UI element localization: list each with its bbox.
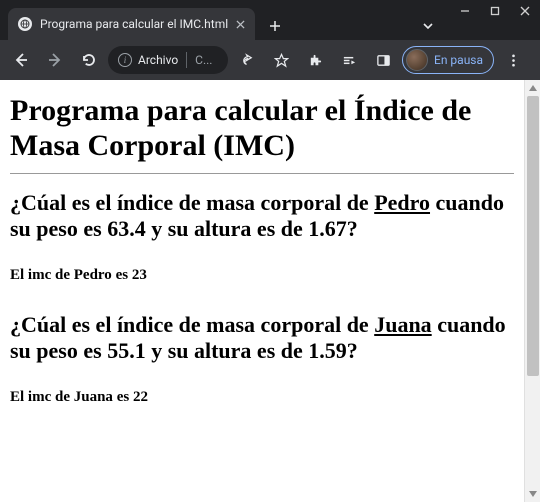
vertical-scrollbar[interactable] [524, 80, 540, 502]
new-tab-button[interactable] [261, 12, 289, 40]
q-name: Pedro [374, 190, 430, 215]
tab-title: Programa para calcular el IMC.html [40, 17, 228, 31]
browser-tab[interactable]: Programa para calcular el IMC.html [8, 8, 255, 40]
profile-status-label: En pausa [434, 53, 483, 67]
r-name: Pedro [74, 267, 112, 283]
window-minimize-button[interactable] [450, 0, 480, 22]
r-text: es [112, 267, 132, 283]
page-title: Programa para calcular el Índice de Masa… [10, 94, 514, 163]
browser-menu-button[interactable] [498, 45, 528, 75]
page-body: Programa para calcular el Índice de Masa… [0, 80, 524, 502]
q-name: Juana [374, 312, 431, 337]
scroll-thumb[interactable] [527, 96, 539, 376]
tab-search-dropdown-button[interactable] [414, 12, 442, 40]
r-text: es [113, 389, 133, 405]
q-weight: 63.4 [107, 216, 146, 241]
question-pedro: ¿Cúal es el índice de masa corporal de P… [10, 190, 514, 243]
divider [10, 173, 514, 174]
q-height: 1.67 [308, 216, 347, 241]
q-height: 1.59 [308, 338, 347, 363]
q-weight: 55.1 [107, 338, 146, 363]
bookmark-button[interactable] [266, 45, 296, 75]
back-button[interactable] [6, 45, 36, 75]
r-imc: 23 [132, 267, 147, 283]
window-controls [450, 0, 540, 22]
window-maximize-button[interactable] [480, 0, 510, 22]
reload-button[interactable] [74, 45, 104, 75]
r-name: Juana [74, 389, 113, 405]
media-control-button[interactable] [334, 45, 364, 75]
q-text: ? [347, 216, 358, 241]
r-text: El imc de [10, 389, 74, 405]
extensions-button[interactable] [300, 45, 330, 75]
q-text: y su altura es de [146, 216, 309, 241]
share-button[interactable] [232, 45, 262, 75]
tab-close-button[interactable] [236, 20, 245, 29]
url-scheme: Archivo [138, 53, 178, 67]
profile-chip[interactable]: En pausa [402, 46, 494, 74]
q-text: ¿Cúal es el índice de masa corporal de [10, 312, 374, 337]
content-viewport: Programa para calcular el Índice de Masa… [0, 80, 540, 502]
side-panel-button[interactable] [368, 45, 398, 75]
question-juana: ¿Cúal es el índice de masa corporal de J… [10, 312, 514, 365]
q-text: y su altura es de [146, 338, 309, 363]
result-pedro: El imc de Pedro es 23 [10, 267, 514, 284]
result-juana: El imc de Juana es 22 [10, 389, 514, 406]
browser-toolbar: i Archivo C... En pausa [0, 40, 540, 80]
omnibox-separator [186, 52, 187, 68]
globe-favicon-icon [18, 17, 32, 31]
scroll-down-arrow-icon[interactable] [525, 486, 540, 502]
scroll-up-arrow-icon[interactable] [525, 80, 540, 96]
url-path: C... [195, 53, 218, 67]
r-text: El imc de [10, 267, 74, 283]
r-imc: 22 [133, 389, 148, 405]
profile-avatar-icon [406, 49, 428, 71]
q-text: ¿Cúal es el índice de masa corporal de [10, 190, 374, 215]
window-close-button[interactable] [510, 0, 540, 22]
forward-button[interactable] [40, 45, 70, 75]
site-info-icon[interactable]: i [118, 53, 132, 67]
q-text: ? [347, 338, 358, 363]
address-bar[interactable]: i Archivo C... [108, 46, 228, 74]
